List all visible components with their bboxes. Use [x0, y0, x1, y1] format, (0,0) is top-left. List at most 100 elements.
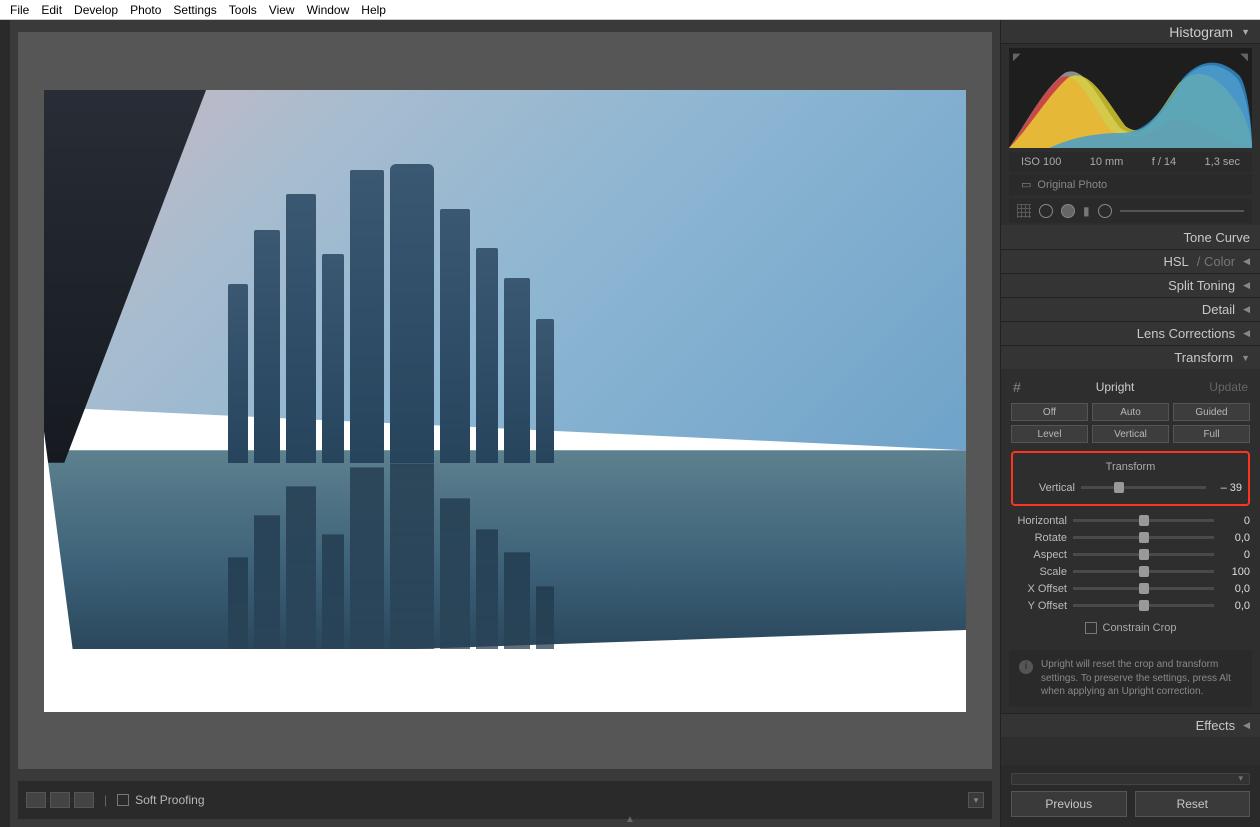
slider-vertical-label: Vertical [1019, 482, 1075, 494]
slider-yoffset-label: Y Offset [1011, 600, 1067, 612]
transform-panel: # Upright Update Off Auto Guided Level V… [1001, 369, 1260, 644]
section-tone-curve-label: Tone Curve [1184, 230, 1250, 245]
spot-tool-icon[interactable] [1039, 204, 1053, 218]
upright-label: Upright [1096, 380, 1135, 394]
section-transform[interactable]: Transform ▼ [1001, 345, 1260, 369]
exif-shutter: 1,3 sec [1205, 156, 1240, 168]
previous-button[interactable]: Previous [1011, 791, 1127, 817]
panel-footer: Previous Reset [1001, 765, 1260, 827]
photo-preview [44, 90, 966, 712]
slider-aspect[interactable]: Aspect 0 [1011, 546, 1250, 563]
view-mode-loupe-icon[interactable] [26, 792, 46, 808]
slider-vertical[interactable]: Vertical – 39 [1019, 479, 1242, 496]
slider-horizontal-value[interactable]: 0 [1220, 515, 1250, 527]
menu-settings[interactable]: Settings [167, 3, 222, 17]
section-split-toning-label: Split Toning [1168, 278, 1235, 293]
section-color-label: / Color [1197, 254, 1235, 269]
exif-aperture: f / 14 [1152, 156, 1176, 168]
upright-off-button[interactable]: Off [1011, 403, 1088, 421]
slider-vertical-value[interactable]: – 39 [1212, 482, 1242, 494]
section-effects-label: Effects [1196, 718, 1236, 733]
slider-yoffset-value[interactable]: 0,0 [1220, 600, 1250, 612]
section-detail-label: Detail [1202, 302, 1235, 317]
slider-horizontal-label: Horizontal [1011, 515, 1067, 527]
develop-right-panel: Histogram ▼ ◤ ◥ ISO 100 10 mm f / 14 1,3… [1000, 20, 1260, 827]
menu-develop[interactable]: Develop [68, 3, 124, 17]
section-tone-curve[interactable]: Tone Curve [1001, 225, 1260, 249]
redeye-tool-icon[interactable] [1061, 204, 1075, 218]
slider-xoffset-label: X Offset [1011, 583, 1067, 595]
canvas-toolbar: | Soft Proofing ▾ [18, 781, 992, 819]
chevron-left-icon: ◀ [1243, 304, 1250, 315]
slider-aspect-label: Aspect [1011, 549, 1067, 561]
image-canvas[interactable] [18, 32, 992, 769]
section-lens-corrections[interactable]: Lens Corrections ◀ [1001, 321, 1260, 345]
transform-subheader: Transform [1019, 461, 1242, 473]
slider-aspect-value[interactable]: 0 [1220, 549, 1250, 561]
clip-shadows-icon[interactable]: ◤ [1013, 52, 1021, 63]
menu-file[interactable]: File [4, 3, 35, 17]
constrain-crop-label: Constrain Crop [1103, 622, 1177, 634]
soft-proofing-checkbox[interactable] [117, 794, 129, 806]
slider-rotate-value[interactable]: 0,0 [1220, 532, 1250, 544]
rectangle-icon: ▭ [1021, 178, 1031, 191]
reset-button[interactable]: Reset [1135, 791, 1251, 817]
upright-auto-button[interactable]: Auto [1092, 403, 1169, 421]
chevron-left-icon: ◀ [1243, 256, 1250, 267]
menu-help[interactable]: Help [355, 3, 392, 17]
upright-full-button[interactable]: Full [1173, 425, 1250, 443]
chevron-down-icon: ▼ [1241, 353, 1250, 363]
info-icon: i [1019, 660, 1033, 674]
upright-info-text: Upright will reset the crop and transfor… [1041, 658, 1242, 699]
chevron-left-icon: ◀ [1243, 328, 1250, 339]
chevron-left-icon: ◀ [1243, 720, 1250, 731]
preset-dropdown[interactable] [1011, 773, 1250, 785]
slider-horizontal[interactable]: Horizontal 0 [1011, 512, 1250, 529]
section-hsl-color[interactable]: HSL / Color ◀ [1001, 249, 1260, 273]
histogram-header[interactable]: Histogram ▼ [1001, 20, 1260, 44]
section-detail[interactable]: Detail ◀ [1001, 297, 1260, 321]
toolbar-menu-dropdown[interactable]: ▾ [968, 792, 984, 808]
upright-update-button[interactable]: Update [1209, 380, 1248, 394]
crop-tool-icon[interactable] [1017, 204, 1031, 218]
upright-vertical-button[interactable]: Vertical [1092, 425, 1169, 443]
tool-size-slider[interactable] [1120, 210, 1244, 212]
menu-edit[interactable]: Edit [35, 3, 68, 17]
menubar: File Edit Develop Photo Settings Tools V… [0, 0, 1260, 20]
view-mode-compare-icon[interactable] [50, 792, 70, 808]
transform-highlight-box: Transform Vertical – 39 [1011, 451, 1250, 506]
menu-view[interactable]: View [263, 3, 301, 17]
exif-row: ISO 100 10 mm f / 14 1,3 sec [1009, 152, 1252, 172]
upright-grid-icon[interactable]: # [1013, 379, 1021, 395]
soft-proofing-label: Soft Proofing [135, 793, 204, 807]
histogram-chart[interactable]: ◤ ◥ [1009, 48, 1252, 148]
slider-rotate-label: Rotate [1011, 532, 1067, 544]
chevron-left-icon: ◀ [1243, 280, 1250, 291]
histogram-title: Histogram [1169, 24, 1233, 40]
section-hsl-label: HSL [1163, 254, 1188, 269]
original-photo-label: Original Photo [1037, 179, 1107, 191]
radial-tool-icon[interactable] [1098, 204, 1112, 218]
upright-info-note: i Upright will reset the crop and transf… [1009, 650, 1252, 707]
slider-scale[interactable]: Scale 100 [1011, 563, 1250, 580]
slider-scale-value[interactable]: 100 [1220, 566, 1250, 578]
slider-x-offset[interactable]: X Offset 0,0 [1011, 580, 1250, 597]
upright-level-button[interactable]: Level [1011, 425, 1088, 443]
original-photo-row[interactable]: ▭ Original Photo [1009, 174, 1252, 195]
left-panel-collapsed[interactable] [0, 20, 10, 827]
slider-y-offset[interactable]: Y Offset 0,0 [1011, 597, 1250, 614]
exif-iso: ISO 100 [1021, 156, 1061, 168]
menu-tools[interactable]: Tools [223, 3, 263, 17]
clip-highlights-icon[interactable]: ◥ [1240, 52, 1248, 63]
section-effects[interactable]: Effects ◀ [1001, 713, 1260, 737]
upright-guided-button[interactable]: Guided [1173, 403, 1250, 421]
chevron-down-icon: ▼ [1241, 27, 1250, 37]
menu-photo[interactable]: Photo [124, 3, 167, 17]
filmstrip-handle-icon[interactable]: ▲ [625, 814, 635, 825]
slider-xoffset-value[interactable]: 0,0 [1220, 583, 1250, 595]
section-split-toning[interactable]: Split Toning ◀ [1001, 273, 1260, 297]
menu-window[interactable]: Window [301, 3, 356, 17]
slider-rotate[interactable]: Rotate 0,0 [1011, 529, 1250, 546]
view-mode-survey-icon[interactable] [74, 792, 94, 808]
constrain-crop-checkbox[interactable] [1085, 622, 1097, 634]
